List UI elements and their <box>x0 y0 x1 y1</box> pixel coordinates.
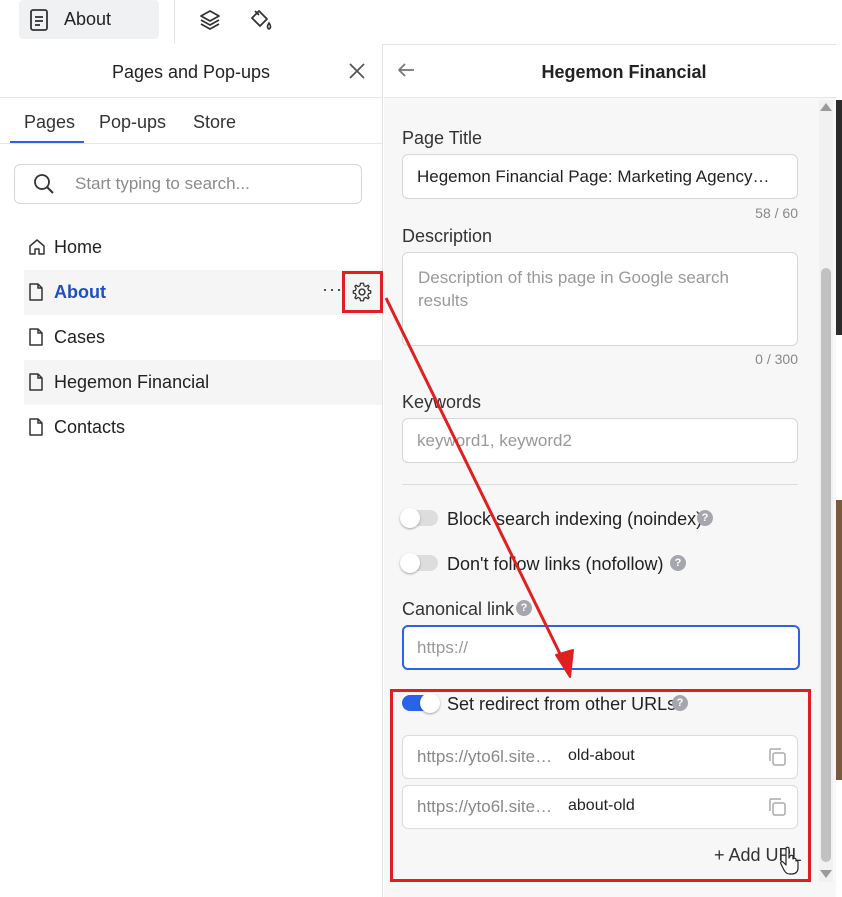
annotation-arrow <box>384 297 574 678</box>
